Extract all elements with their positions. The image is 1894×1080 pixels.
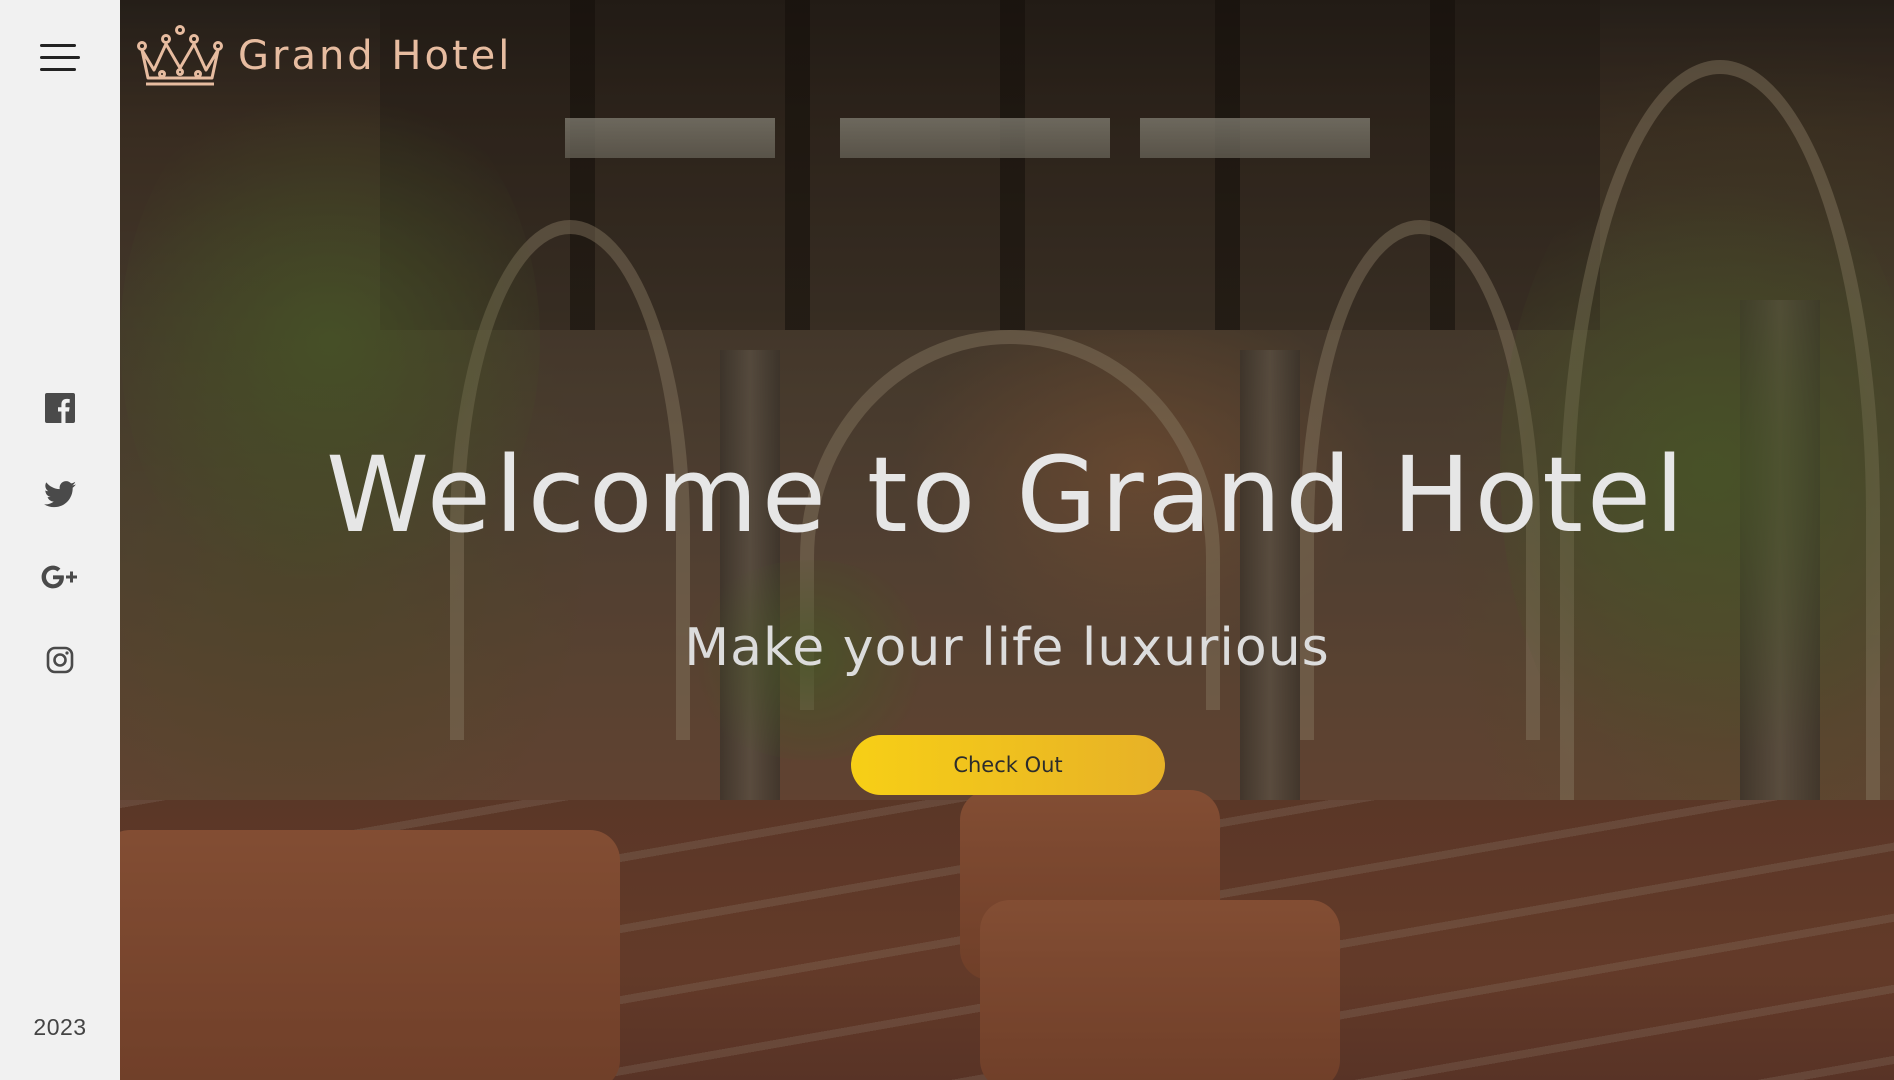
- brand-logo[interactable]: Grand Hotel: [132, 24, 512, 88]
- brand-name: Grand Hotel: [238, 33, 513, 79]
- instagram-icon[interactable]: [0, 640, 120, 680]
- copyright-year: 2023: [33, 1014, 87, 1040]
- check-out-button[interactable]: Check Out: [851, 735, 1165, 795]
- hamburger-menu-icon[interactable]: [40, 44, 80, 74]
- hero-title: Welcome to Grand Hotel: [326, 434, 1688, 556]
- twitter-icon[interactable]: [0, 474, 120, 514]
- hero-subtitle: Make your life luxurious: [684, 618, 1330, 678]
- crown-icon: [137, 25, 223, 86]
- facebook-icon[interactable]: [0, 388, 120, 428]
- sidebar: 2023: [0, 0, 120, 1080]
- google-plus-icon[interactable]: [0, 557, 120, 597]
